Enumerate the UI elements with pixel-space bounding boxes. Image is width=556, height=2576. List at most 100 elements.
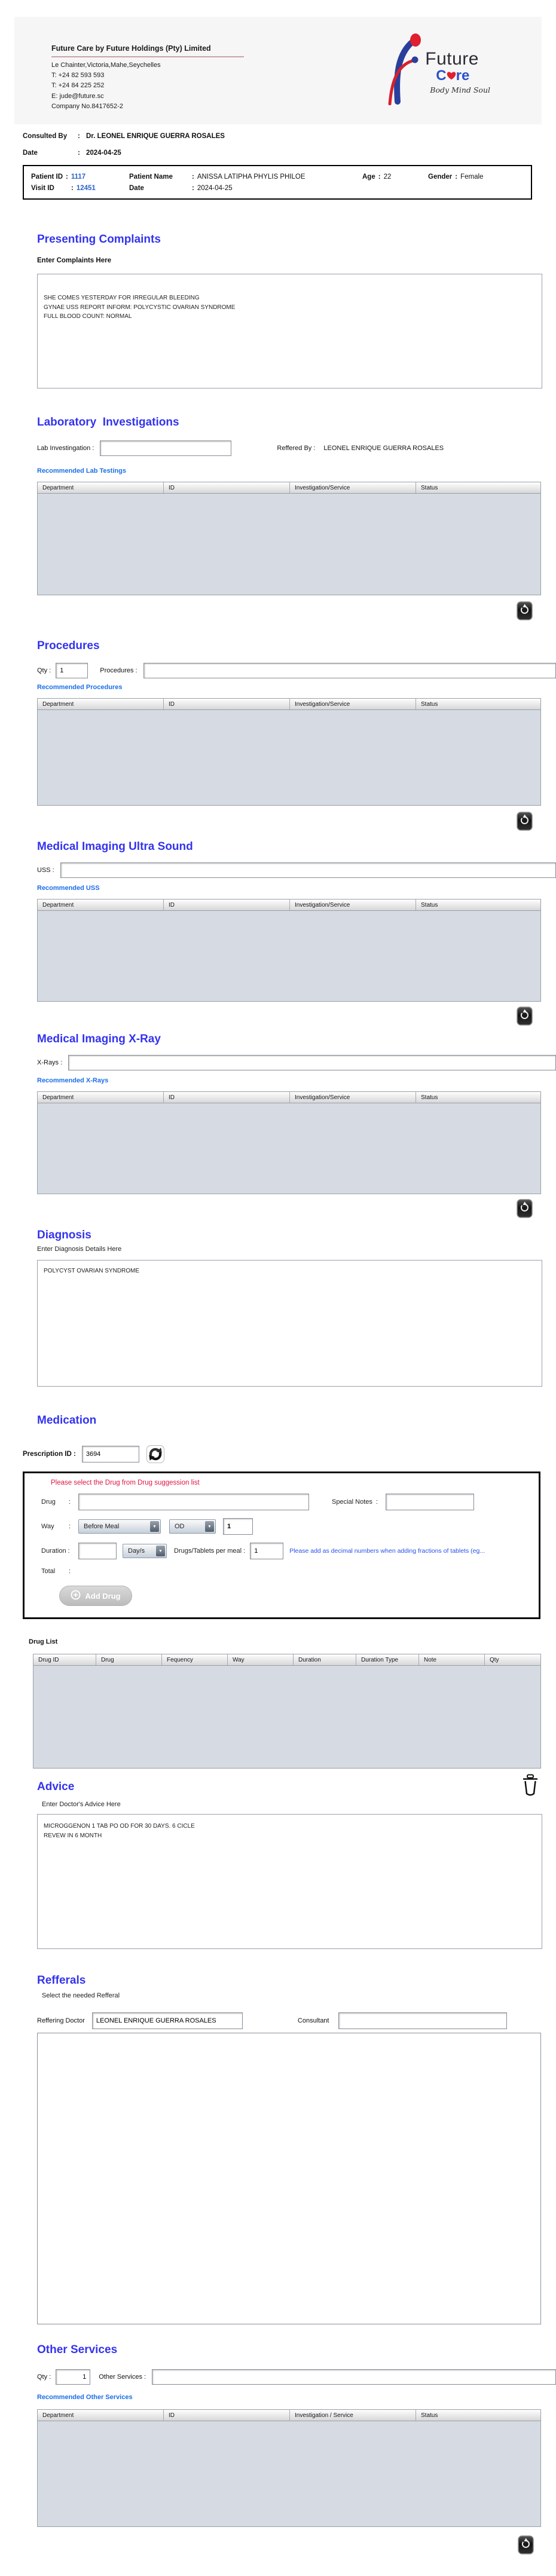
patient-info-row-1: Patient ID : 1117 Patient Name : ANISSA … xyxy=(31,173,524,180)
uss-table: Department ID Investigation/Service Stat… xyxy=(37,899,541,1002)
refresh-icon xyxy=(146,1456,164,1465)
referring-doctor-input[interactable] xyxy=(92,2012,243,2029)
xray-table-body[interactable] xyxy=(37,1103,541,1194)
visit-id-field: Visit ID : 12451 xyxy=(31,185,129,192)
column-header-way: Way xyxy=(228,1654,294,1665)
other-services-delete-button[interactable] xyxy=(518,2535,534,2554)
uss-entry-row: USS : xyxy=(37,862,556,879)
advice-header-row: Advice xyxy=(0,1777,556,1797)
duration-input[interactable] xyxy=(78,1543,117,1559)
plus-circle-icon xyxy=(71,1590,81,1602)
consultant-input[interactable] xyxy=(338,2012,507,2029)
colon: : xyxy=(78,149,86,159)
column-header-investigation: Investigation/Service xyxy=(290,900,416,910)
lab-table-body[interactable] xyxy=(37,494,541,595)
column-header-drug: Drug xyxy=(96,1654,162,1665)
other-services-table-body[interactable] xyxy=(37,2421,541,2527)
colon: : xyxy=(63,173,71,180)
uss-table-body[interactable] xyxy=(37,911,541,1002)
procedures-delete-button[interactable] xyxy=(517,812,533,831)
gender-label: Gender xyxy=(428,173,452,180)
other-services-input[interactable] xyxy=(152,2369,556,2385)
lab-delete-row xyxy=(0,601,541,620)
column-header-status: Status xyxy=(416,1092,540,1103)
advice-delete-button[interactable] xyxy=(520,1773,540,1797)
duration-label: Duration : xyxy=(41,1547,78,1555)
way-qty-input[interactable] xyxy=(223,1518,253,1535)
drug-input[interactable] xyxy=(78,1494,309,1510)
special-notes-input[interactable] xyxy=(386,1494,474,1510)
patient-id-value: 1117 xyxy=(71,173,85,180)
drug-suggestion-warning: Please select the Drug from Drug suggess… xyxy=(51,1479,539,1486)
colon: : xyxy=(69,1498,78,1506)
logo-care-c: C xyxy=(436,68,446,84)
future-care-swoosh-icon xyxy=(380,32,423,108)
consultation-form-page: Future Care by Future Holdings (Pty) Lim… xyxy=(0,17,556,2570)
duration-row: Duration : Day/s▼ Drugs/Tablets per meal… xyxy=(41,1543,539,1559)
section-title-advice: Advice xyxy=(37,1779,74,1795)
drug-list-label: Drug List xyxy=(29,1638,556,1647)
future-care-logo: Future Cre Body Mind Soul xyxy=(380,32,490,108)
column-header-status: Status xyxy=(416,900,540,910)
recommended-lab-testings-label: Recommended Lab Testings xyxy=(37,467,556,476)
consultation-date-value: 2024-04-25 xyxy=(86,149,121,159)
column-header-department: Department xyxy=(38,1092,164,1103)
diagnosis-textarea[interactable]: POLYCYST OVARIAN SYNDROME xyxy=(37,1260,542,1387)
patient-id-field: Patient ID : 1117 xyxy=(31,173,129,180)
prescription-id-label: Prescription ID : xyxy=(23,1451,76,1458)
age-label: Age xyxy=(362,173,375,180)
lab-investigation-label: Lab Investingation : xyxy=(37,445,94,452)
column-header-status: Status xyxy=(416,482,540,493)
xray-delete-button[interactable] xyxy=(517,1199,533,1218)
per-meal-input[interactable] xyxy=(250,1543,283,1559)
consultation-date-row: Date : 2024-04-25 xyxy=(23,149,556,159)
column-header-id: ID xyxy=(164,482,290,493)
total-label: Total xyxy=(41,1568,69,1575)
add-drug-button[interactable]: Add Drug xyxy=(59,1586,132,1606)
meal-timing-select[interactable]: Before Meal▼ xyxy=(78,1519,161,1534)
consulted-by-label: Consulted By xyxy=(23,133,78,142)
lab-investigation-row: Lab Investingation : Reffered By : LEONE… xyxy=(37,440,556,457)
duration-unit-value: Day/s xyxy=(128,1547,145,1555)
referred-by-value: LEONEL ENRIQUE GUERRA ROSALES xyxy=(323,445,444,452)
procedures-table-header: Department ID Investigation/Service Stat… xyxy=(37,698,541,710)
column-header-id: ID xyxy=(164,2410,290,2421)
bottom-padding xyxy=(0,2554,556,2570)
column-header-investigation: Investigation / Service xyxy=(290,2410,416,2421)
xray-label: X-Rays : xyxy=(37,1059,62,1066)
consultant-label: Consultant xyxy=(298,2017,329,2024)
column-header-investigation: Investigation/Service xyxy=(290,482,416,493)
frequency-select[interactable]: OD▼ xyxy=(169,1519,216,1534)
procedures-table-body[interactable] xyxy=(37,710,541,806)
lab-delete-button[interactable] xyxy=(517,601,533,620)
column-header-duration-type: Duration Type xyxy=(356,1654,419,1665)
company-name: Future Care by Future Holdings (Pty) Lim… xyxy=(51,43,244,57)
advice-label: Enter Doctor's Advice Here xyxy=(42,1801,556,1809)
column-header-department: Department xyxy=(38,900,164,910)
procedures-input[interactable] xyxy=(143,663,556,678)
visit-date-label: Date xyxy=(129,185,189,192)
other-services-qty-input[interactable] xyxy=(56,2369,90,2385)
uss-input[interactable] xyxy=(60,862,556,878)
colon: : xyxy=(189,173,197,180)
gender-field: Gender : Female xyxy=(428,173,524,180)
column-header-id: ID xyxy=(164,1092,290,1103)
duration-unit-select[interactable]: Day/s▼ xyxy=(123,1544,167,1558)
column-header-investigation: Investigation/Service xyxy=(290,699,416,709)
procedures-qty-input[interactable] xyxy=(56,663,88,678)
trash-icon xyxy=(517,824,533,833)
complaints-textarea[interactable]: SHE COMES YESTERDAY FOR IRREGULAR BLEEDI… xyxy=(37,274,542,388)
refresh-prescription-button[interactable] xyxy=(146,1445,164,1463)
chevron-down-icon: ▼ xyxy=(150,1521,159,1532)
referral-list-box[interactable] xyxy=(37,2033,541,2324)
column-header-department: Department xyxy=(38,482,164,493)
uss-table-header: Department ID Investigation/Service Stat… xyxy=(37,899,541,911)
section-title-diagnosis: Diagnosis xyxy=(37,1228,556,1243)
colon: : xyxy=(376,1498,386,1506)
advice-textarea[interactable]: MICROGGENON 1 TAB PO OD FOR 30 DAYS. 6 C… xyxy=(37,1814,542,1949)
uss-delete-button[interactable] xyxy=(517,1006,533,1026)
prescription-id-input[interactable] xyxy=(82,1446,139,1463)
xray-input[interactable] xyxy=(68,1055,556,1070)
lab-investigation-input[interactable] xyxy=(100,440,231,456)
drug-list-body[interactable] xyxy=(33,1666,541,1769)
